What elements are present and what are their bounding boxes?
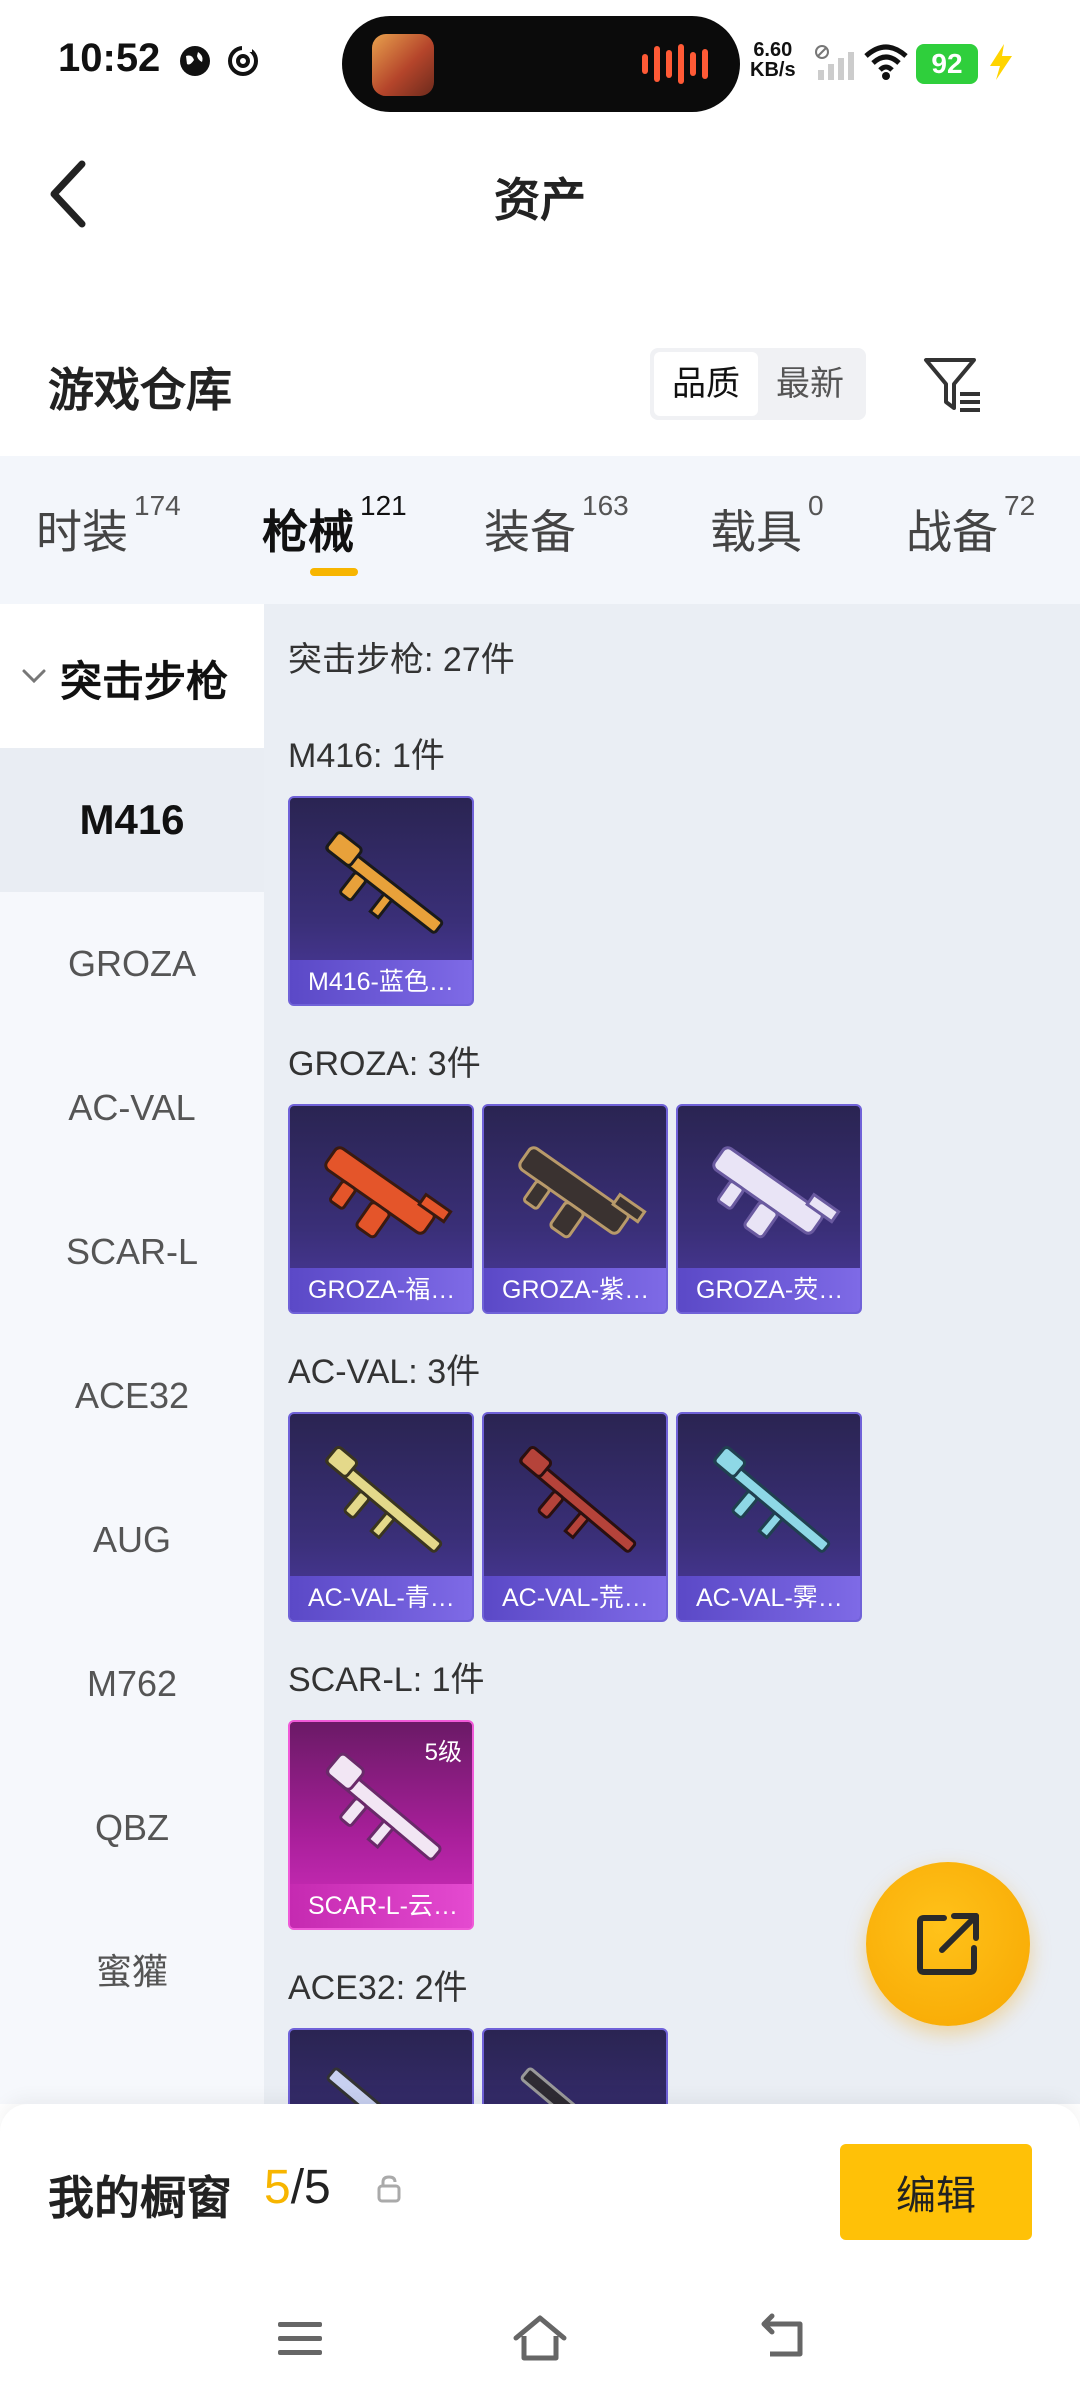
battery-indicator: 92	[916, 44, 978, 84]
rifle-skin-icon	[325, 1752, 442, 1861]
rifle-skin-icon	[519, 1446, 637, 1553]
group-title: ACE32: 2件	[288, 1969, 468, 2007]
sidebar-item-m416[interactable]: M416	[0, 748, 264, 892]
weapon-card[interactable]	[288, 2028, 474, 2104]
group-title: M416: 1件	[288, 737, 445, 775]
tab-label: 载具	[710, 506, 802, 558]
sidebar-item-ace32[interactable]: ACE32	[0, 1324, 264, 1468]
weapon-card-name: GROZA-荧…	[678, 1268, 860, 1312]
charging-bolt-icon	[990, 44, 1012, 80]
sidebar-item-aug[interactable]: AUG	[0, 1468, 264, 1612]
back-icon[interactable]	[750, 2308, 810, 2368]
weapon-card[interactable]: GROZA-紫…	[482, 1104, 668, 1314]
home-icon[interactable]	[510, 2308, 570, 2368]
section-title: 游戏仓库	[48, 364, 232, 416]
dynamic-island[interactable]	[342, 16, 740, 112]
weapon-card-name: GROZA-福…	[290, 1268, 472, 1312]
sort-latest-button[interactable]: 最新	[758, 352, 862, 416]
sidebar-item-ac-val[interactable]: AC-VAL	[0, 1036, 264, 1180]
active-tab-indicator	[310, 568, 358, 576]
rifle-skin-icon	[324, 1146, 453, 1239]
rifle-skin-icon	[325, 1446, 443, 1553]
category-tabs: 时装174 枪械121 装备163 载具0 战备72	[0, 456, 1080, 604]
showcase-total: /5	[290, 2161, 331, 2214]
lock-icon	[377, 2175, 401, 2203]
weapon-card[interactable]: M416-蓝色…	[288, 796, 474, 1006]
tab-vehicles[interactable]: 载具0	[710, 490, 824, 562]
sidebar-item-groza[interactable]: GROZA	[0, 892, 264, 1036]
chevron-down-icon	[22, 669, 46, 684]
weapon-sidebar: 突击步枪 M416 GROZA AC-VAL SCAR-L ACE32 AUG …	[0, 604, 264, 2104]
share-button[interactable]	[866, 1862, 1030, 2026]
page-title: 资产	[494, 174, 586, 226]
tab-equipment[interactable]: 装备163	[484, 490, 629, 562]
weapon-card[interactable]: GROZA-福…	[288, 1104, 474, 1314]
tab-supplies[interactable]: 战备72	[906, 490, 1035, 562]
rifle-skin-icon	[518, 1146, 647, 1239]
tab-count: 121	[360, 490, 407, 521]
status-time: 10:52	[58, 36, 161, 80]
sync-icon	[228, 44, 258, 76]
group-title: GROZA: 3件	[288, 1045, 481, 1083]
group-title: AC-VAL: 3件	[288, 1353, 481, 1391]
sort-toggle: 品质 最新	[650, 348, 866, 420]
weapon-card-name: M416-蓝色…	[290, 960, 472, 1004]
status-bar: 10:52 6.60 KB/s 92	[0, 0, 1080, 120]
weapon-card-name: AC-VAL-青…	[290, 1576, 472, 1620]
weapon-card[interactable]: AC-VAL-青…	[288, 1412, 474, 1622]
group-title: SCAR-L: 1件	[288, 1661, 485, 1699]
rifle-skin-icon	[326, 2067, 442, 2104]
rifle-skin-icon	[520, 2067, 636, 2104]
sidebar-category-label: 突击步枪	[60, 658, 229, 705]
system-nav-bar	[0, 2290, 1080, 2400]
weapon-card-name: GROZA-紫…	[484, 1268, 666, 1312]
showcase-label: 我的橱窗	[48, 2172, 232, 2224]
weapon-card-name: AC-VAL-荒…	[484, 1576, 666, 1620]
tab-count: 72	[1004, 490, 1036, 521]
net-speed-value: 6.60	[753, 39, 793, 61]
weapon-card[interactable]: 5级 SCAR-L-云…	[288, 1720, 474, 1930]
showcase-current: 5	[264, 2161, 291, 2214]
weapon-card[interactable]: AC-VAL-荒…	[482, 1412, 668, 1622]
weapon-card[interactable]	[482, 2028, 668, 2104]
filter-icon[interactable]	[920, 352, 984, 416]
sidebar-item-scar-l[interactable]: SCAR-L	[0, 1180, 264, 1324]
tab-count: 0	[808, 490, 824, 521]
app-avatar-icon	[372, 34, 434, 96]
sort-quality-button[interactable]: 品质	[654, 352, 758, 416]
rifle-skin-icon	[325, 831, 444, 934]
rifle-skin-icon	[712, 1146, 841, 1239]
showcase-count: 5/5	[264, 2160, 331, 2215]
tab-label: 时装	[36, 506, 128, 558]
sidebar-item-honey-badger[interactable]: 蜜獾	[0, 1900, 264, 2044]
sidebar-item-m762[interactable]: M762	[0, 1612, 264, 1756]
net-speed-unit: KB/s	[750, 59, 796, 81]
share-icon	[917, 1913, 979, 1975]
tab-label: 枪械	[262, 506, 354, 558]
weapon-card[interactable]: AC-VAL-霁…	[676, 1412, 862, 1622]
wifi-icon	[864, 44, 908, 80]
globe-icon	[180, 46, 210, 76]
section-header: 游戏仓库 品质 最新	[0, 330, 1080, 440]
tab-fashion[interactable]: 时装174	[36, 490, 181, 562]
sidebar-item-qbz[interactable]: QBZ	[0, 1756, 264, 1900]
tab-label: 战备	[906, 506, 998, 558]
tab-count: 163	[582, 490, 629, 521]
tab-count: 174	[134, 490, 181, 521]
weapon-card-name: SCAR-L-云…	[290, 1884, 472, 1928]
no-sim-signal-icon	[815, 45, 854, 80]
network-speed: 6.60 KB/s	[750, 40, 796, 80]
tab-firearms[interactable]: 枪械121	[262, 490, 407, 562]
weapon-card-name: AC-VAL-霁…	[678, 1576, 860, 1620]
tab-label: 装备	[484, 506, 576, 558]
menu-icon[interactable]	[270, 2308, 330, 2368]
rifle-skin-icon	[713, 1446, 831, 1553]
title-bar: 资产	[0, 120, 1080, 270]
sidebar-category-header[interactable]: 突击步枪	[0, 604, 264, 748]
audio-wave-icon	[642, 44, 714, 84]
weapon-card[interactable]: GROZA-荧…	[676, 1104, 862, 1314]
edit-button[interactable]: 编辑	[840, 2144, 1032, 2240]
category-summary: 突击步枪: 27件	[288, 641, 515, 679]
